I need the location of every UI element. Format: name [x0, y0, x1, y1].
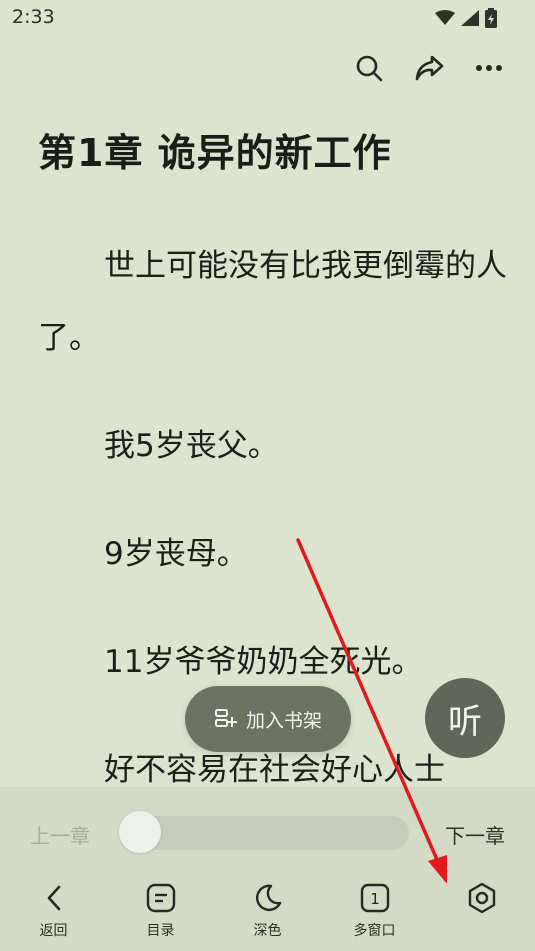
- settings-button[interactable]: [428, 882, 535, 951]
- back-button[interactable]: 返回: [0, 882, 107, 951]
- toc-button[interactable]: 目录: [107, 882, 214, 951]
- chapter-progress-thumb[interactable]: [119, 811, 161, 853]
- share-button[interactable]: [413, 52, 445, 84]
- reader-toolbar: 返回 目录 深色 1 多窗口: [0, 882, 535, 951]
- moon-icon: [255, 884, 281, 912]
- paragraph: 9岁丧母。: [104, 536, 248, 572]
- back-icon: [47, 885, 60, 911]
- prev-chapter-button[interactable]: 上一章: [30, 820, 90, 849]
- top-actions: [353, 52, 505, 84]
- dark-mode-label: 深色: [253, 923, 282, 939]
- paragraph: 我5岁丧父。: [104, 428, 279, 464]
- next-chapter-button[interactable]: 下一章: [445, 820, 505, 849]
- listen-label: 听: [448, 701, 482, 742]
- multi-window-icon: 1: [360, 883, 389, 913]
- signal-icon: [461, 10, 479, 26]
- battery-icon: [485, 8, 497, 28]
- status-icons: [435, 8, 497, 28]
- multi-window-button[interactable]: 1 多窗口: [321, 882, 428, 951]
- add-shelf-icon: [214, 709, 237, 727]
- chapter-title: 第1章 诡异的新工作: [38, 131, 392, 175]
- status-time: 2:33: [12, 6, 55, 28]
- wifi-icon: [435, 10, 455, 25]
- add-to-shelf-label: 加入书架: [245, 709, 322, 732]
- multi-window-label: 多窗口: [353, 923, 396, 939]
- listen-button[interactable]: 听: [425, 678, 505, 758]
- toc-icon: [146, 883, 175, 913]
- more-button[interactable]: [473, 52, 505, 84]
- back-label: 返回: [39, 923, 68, 939]
- dark-mode-button[interactable]: 深色: [214, 882, 321, 951]
- reader-bottom-panel: 上一章 下一章 返回 目录 深色 1 多窗口: [0, 787, 535, 951]
- more-icon: [476, 65, 502, 71]
- status-bar: 2:33: [0, 0, 535, 36]
- search-button[interactable]: [353, 52, 385, 84]
- paragraph: 世上可能没有比我更倒霉的人了。: [38, 248, 507, 356]
- add-to-shelf-button[interactable]: 加入书架: [185, 686, 351, 752]
- chapter-progress-track[interactable]: [119, 816, 409, 850]
- settings-icon: [468, 882, 495, 914]
- svg-text:1: 1: [370, 890, 380, 908]
- search-icon: [356, 55, 383, 82]
- share-icon: [415, 55, 444, 81]
- toc-label: 目录: [146, 923, 175, 939]
